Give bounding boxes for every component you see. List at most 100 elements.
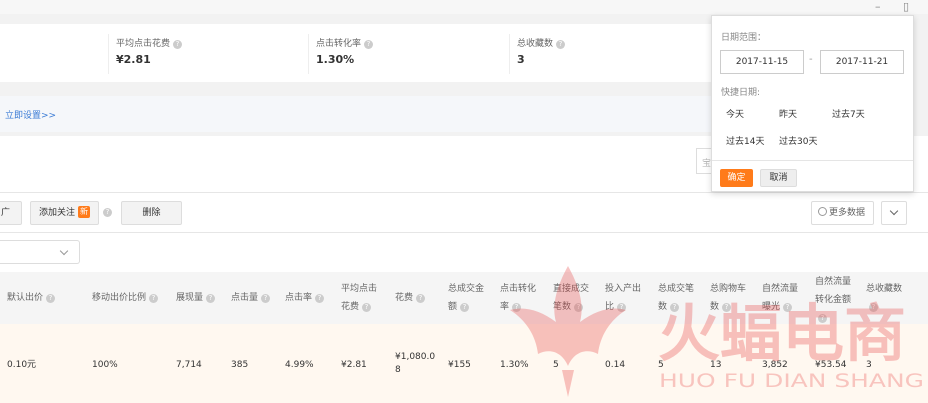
cell-cost: ¥1,080.0 8 — [395, 351, 435, 377]
help-icon[interactable]: ? — [722, 303, 732, 312]
stat-value: 3 — [517, 53, 525, 66]
col-label: 点击转化 — [500, 284, 537, 294]
help-icon[interactable]: ? — [149, 294, 159, 303]
help-icon[interactable]: ? — [261, 294, 271, 303]
chevron-down-icon — [59, 246, 69, 256]
more-data-button[interactable]: 更多数据 — [811, 201, 874, 225]
top-strip — [0, 0, 928, 14]
col-label: 自然流量 — [762, 284, 799, 294]
col-label: 平均点击 — [341, 284, 378, 294]
help-icon[interactable]: ? — [617, 303, 627, 312]
confirm-button[interactable]: 确定 — [720, 169, 753, 187]
col-organic-impressions[interactable]: 自然流量曝光? — [762, 280, 798, 316]
col-organic-gmv[interactable]: 自然流量转化金额? — [815, 273, 851, 327]
col-label: 数 — [658, 302, 668, 312]
cell-cvr: 1.30% — [500, 360, 529, 370]
col-cart[interactable]: 总购物车数? — [710, 280, 746, 316]
col-gmv[interactable]: 总成交金额? — [448, 280, 484, 316]
col-cvr[interactable]: 点击转化率? — [500, 280, 536, 316]
popup-divider — [712, 160, 913, 161]
col-label: 曝光 — [762, 302, 781, 312]
settings-link[interactable]: 立即设置>> — [5, 108, 56, 121]
add-follow-label: 添加关注 — [39, 208, 76, 218]
col-label: 默认出价 — [7, 293, 44, 303]
date-range-popup: 日期范围： 2017-11-15 - 2017-11-21 快捷日期: 今天 昨… — [711, 15, 914, 192]
col-label: 投入产出 — [605, 284, 642, 294]
col-label: 直接成交 — [553, 284, 590, 294]
col-label: 转化金额 — [815, 295, 852, 305]
col-mobile-bid-ratio[interactable]: 移动出价比例? — [92, 289, 159, 307]
delete-button[interactable]: 删除 — [121, 201, 182, 225]
table-row[interactable]: 0.10元 100% 7,714 385 4.99% ¥2.81 ¥1,080.… — [0, 324, 928, 403]
help-icon[interactable]: ? — [869, 303, 878, 312]
help-icon[interactable]: ? — [783, 303, 793, 312]
col-total-orders[interactable]: 总成交笔数? — [658, 280, 694, 316]
col-roi[interactable]: 投入产出比? — [605, 280, 641, 316]
col-clicks[interactable]: 点击量? — [231, 289, 271, 307]
quick-yesterday[interactable]: 昨天 — [779, 107, 797, 120]
cell-avg-cpc: ¥2.81 — [341, 360, 367, 370]
col-label: 总收藏数 — [866, 284, 903, 294]
help-icon[interactable]: ? — [416, 294, 426, 303]
quick-14-days[interactable]: 过去14天 — [726, 134, 764, 147]
gear-icon — [818, 207, 827, 216]
promote-button[interactable]: 广 — [0, 201, 22, 225]
notice-bar: 立即设置>> — [0, 96, 712, 132]
cell-organic-impressions: 3,852 — [762, 360, 788, 370]
help-icon[interactable]: ? — [46, 294, 56, 303]
col-label: 自然流量 — [815, 277, 852, 287]
col-favorites[interactable]: 总收藏数? — [866, 280, 902, 316]
col-impressions[interactable]: 展现量? — [176, 289, 216, 307]
cell-cost-line2: 8 — [395, 365, 401, 375]
help-icon[interactable]: ? — [574, 303, 584, 312]
col-label: 总成交金 — [448, 284, 485, 294]
help-icon[interactable]: ? — [670, 303, 680, 312]
quick-7-days[interactable]: 过去7天 — [832, 107, 865, 120]
cell-cart: 13 — [710, 360, 722, 370]
help-icon[interactable]: ? — [512, 303, 522, 312]
date-dash: - — [809, 54, 813, 65]
help-icon[interactable]: ? — [206, 294, 216, 303]
cancel-button[interactable]: 取消 — [760, 169, 797, 187]
stat-label: 平均点击花费 — [116, 39, 171, 49]
col-ctr[interactable]: 点击率? — [285, 289, 325, 307]
cell-organic-gmv: ¥53.54 — [815, 360, 847, 370]
help-icon[interactable]: ? — [364, 40, 374, 49]
col-label: 花费 — [395, 293, 414, 303]
help-icon[interactable]: ? — [315, 294, 325, 303]
cell-default-bid[interactable]: 0.10元 — [7, 359, 36, 372]
minimize-icon[interactable]: – — [875, 0, 881, 13]
help-icon[interactable]: ? — [103, 208, 112, 217]
col-label: 总成交笔 — [658, 284, 695, 294]
col-cost[interactable]: 花费? — [395, 289, 426, 307]
quick-today[interactable]: 今天 — [726, 107, 744, 120]
cell-total-orders: 5 — [658, 360, 664, 370]
stat-divider — [108, 34, 109, 74]
help-icon[interactable]: ? — [362, 303, 372, 312]
col-default-bid[interactable]: 默认出价? — [7, 289, 56, 307]
restore-icon[interactable]: ▯ — [903, 0, 909, 13]
cell-direct-orders: 5 — [553, 360, 559, 370]
cell-cost-line1: ¥1,080.0 — [395, 352, 436, 362]
help-icon[interactable]: ? — [173, 40, 183, 49]
help-icon[interactable]: ? — [460, 303, 470, 312]
add-follow-button[interactable]: 添加关注新 — [30, 201, 100, 225]
stats-panel: 平均点击花费? ¥2.81 点击转化率? 1.30% 总收藏数? 3 — [0, 24, 712, 82]
start-date-input[interactable]: 2017-11-15 — [720, 50, 804, 74]
filter-select[interactable] — [0, 240, 80, 264]
date-range-label: 日期范围： — [721, 33, 767, 43]
help-icon[interactable]: ? — [818, 314, 827, 323]
stat-divider — [509, 34, 510, 74]
help-icon[interactable]: ? — [556, 40, 566, 49]
quick-30-days[interactable]: 过去30天 — [779, 134, 817, 147]
page: – ▯ 平均点击花费? ¥2.81 点击转化率? 1.30% 总收藏数? 3 立… — [0, 0, 928, 403]
stat-value: ¥2.81 — [116, 53, 151, 66]
stat-divider — [308, 34, 309, 74]
col-avg-cpc[interactable]: 平均点击 花费? — [341, 280, 377, 316]
cell-mobile-bid-ratio[interactable]: 100% — [92, 359, 118, 372]
end-date-input[interactable]: 2017-11-21 — [820, 50, 904, 74]
cell-clicks: 385 — [231, 360, 249, 370]
expand-button[interactable] — [881, 201, 907, 225]
col-label: 比 — [605, 302, 615, 312]
col-direct-orders[interactable]: 直接成交 笔数? — [553, 280, 589, 316]
